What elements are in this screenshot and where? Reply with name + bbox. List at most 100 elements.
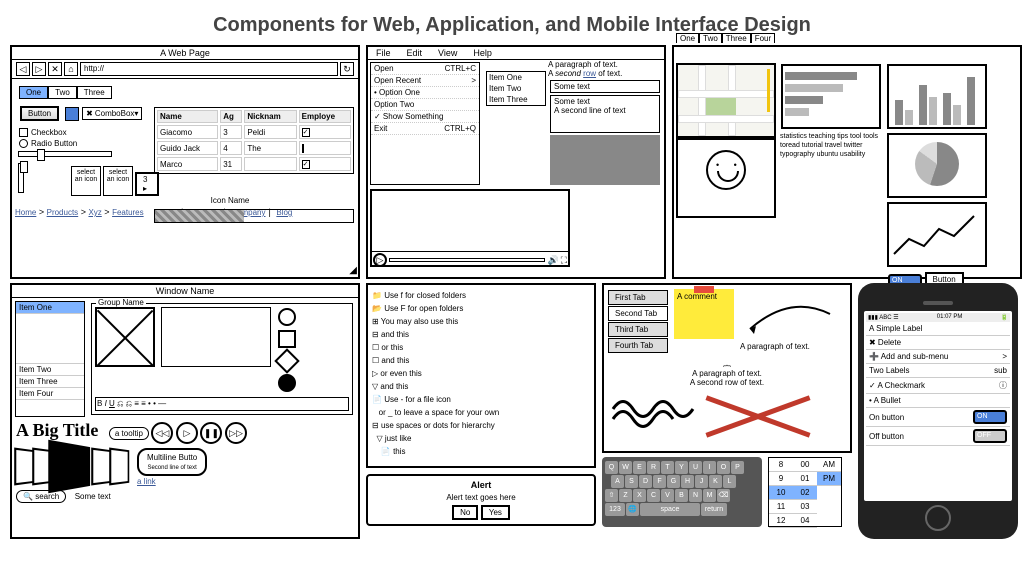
cross-out (708, 389, 808, 439)
menu-row[interactable]: Off buttonOFF (866, 427, 1010, 446)
canvas (161, 307, 271, 367)
video-player: ▷ 🔊 ⛶ (370, 189, 570, 267)
multiline-button[interactable]: Multiline ButtoSecond line of text (137, 448, 207, 476)
menu-row[interactable]: On buttonON (866, 408, 1010, 427)
checkbox-label: Checkbox (31, 128, 67, 137)
menu-file[interactable]: File (368, 47, 399, 59)
square-icon[interactable] (278, 330, 296, 348)
icon-picker[interactable]: select an icon (103, 166, 133, 196)
home-button[interactable] (925, 505, 951, 531)
back-icon[interactable]: ◁ (16, 62, 30, 76)
image-placeholder (95, 307, 155, 367)
tab-one[interactable]: One (19, 86, 48, 99)
fwd-icon[interactable]: ▷ (32, 62, 46, 76)
hslider[interactable] (18, 151, 112, 157)
yes-button[interactable]: Yes (481, 505, 510, 520)
breadcrumb[interactable]: Home (15, 208, 36, 217)
menu-view[interactable]: View (430, 47, 465, 59)
home-icon[interactable]: ⌂ (64, 62, 78, 76)
charts-panel: One Two Three Four statistics teaching t… (672, 45, 1022, 279)
ffwd-icon[interactable]: ▷▷ (225, 422, 247, 444)
rewind-icon[interactable]: ◁◁ (151, 422, 173, 444)
circle-icon[interactable] (278, 308, 296, 326)
listbox: Item One Item Two Item Three Item Four (15, 301, 85, 417)
volume-icon[interactable]: 🔊 (547, 255, 558, 266)
brace-label: ︷A paragraph of text.A second row of tex… (608, 358, 846, 387)
shapes-palette (277, 307, 297, 395)
play-icon[interactable]: ▷ (373, 253, 387, 267)
menu-edit[interactable]: Edit (399, 47, 431, 59)
tag-cloud: statistics teaching tips tool tools tore… (780, 132, 882, 159)
filled-circle-icon[interactable] (278, 374, 296, 392)
seek-bar[interactable] (389, 258, 545, 262)
checkbox[interactable] (19, 128, 28, 137)
progress-bar (154, 209, 354, 223)
big-title: A Big Title (16, 420, 98, 440)
menu-row[interactable]: Two Labelssub (866, 364, 1010, 378)
vslider[interactable] (18, 163, 24, 193)
status-bar: ▮▮▮ ABC ☰ 01:07 PM 🔋 (866, 313, 1010, 322)
icon-picker[interactable]: select an icon (71, 166, 101, 196)
fullscreen-icon[interactable]: ⛶ (561, 255, 567, 266)
tooltip: a tooltip (109, 427, 149, 440)
combo-box[interactable]: ✖ComboBox▾ (82, 107, 142, 120)
button[interactable]: Button (20, 106, 59, 121)
color-swatch[interactable] (65, 107, 79, 121)
pie-chart (887, 133, 987, 198)
menu-bar: File Edit View Help (368, 47, 664, 60)
text-input[interactable]: Some text (550, 80, 660, 93)
menu-row[interactable]: A Simple Label (866, 322, 1010, 336)
annotations-section: First Tab Second Tab Third Tab Fourth Ta… (602, 283, 852, 539)
listbox: Item One Item Two Item Three (486, 71, 546, 106)
alert-title: Alert (471, 480, 492, 490)
menu-row[interactable]: ✓ A Checkmarkⓘ (866, 378, 1010, 394)
url-field[interactable]: http:// (80, 62, 338, 76)
format-toolbar[interactable]: B I U ⎌ ⎌ ≡ ≡ • • — (95, 397, 349, 411)
menu-row[interactable]: • A Bullet (866, 394, 1010, 408)
tab-strip: One Two Three Four (676, 33, 775, 43)
radio[interactable] (19, 139, 28, 148)
stepper[interactable]: 3 ▸ (135, 172, 159, 196)
pause-icon[interactable]: ❚❚ (200, 422, 222, 444)
placeholder-block (550, 135, 660, 185)
list-item[interactable]: Item One (16, 302, 84, 314)
data-table: NameAgNicknamEmploye Giacomo3Peldi✓ Guid… (154, 107, 354, 174)
link[interactable]: a link (137, 477, 156, 486)
line-chart (887, 202, 987, 267)
stop-icon[interactable]: ✕ (48, 62, 62, 76)
vbar-chart (887, 64, 987, 129)
keyboard[interactable]: QWERTYUIOP ASDFGHJKL ⇧ZXCVBNM⌫ 123🌐space… (602, 457, 762, 527)
dropdown-menu: Open CTRL+C Open Recent> • Option One Op… (370, 62, 480, 185)
menu-row[interactable]: ➕ Add and sub-menu> (866, 350, 1010, 364)
icon-name: Icon Name (105, 196, 355, 205)
arrow-annotation (740, 289, 840, 339)
table-row: Giacomo3Peldi✓ (157, 125, 351, 139)
menu-help[interactable]: Help (465, 47, 500, 59)
tree-view: 📁 Use f for closed folders 📂 Use F for o… (372, 289, 590, 458)
diamond-icon[interactable] (274, 348, 299, 373)
reload-icon[interactable]: ↻ (340, 62, 354, 76)
tab-two[interactable]: Two (48, 86, 77, 99)
phone-mockup: ▮▮▮ ABC ☰ 01:07 PM 🔋 A Simple Label✖ Del… (858, 283, 1018, 539)
label: Some text (75, 492, 111, 501)
textarea[interactable]: Some text A second line of text (550, 95, 660, 133)
coverflow[interactable] (16, 446, 129, 487)
map[interactable] (676, 63, 776, 138)
play-icon[interactable]: ▷ (176, 422, 198, 444)
paragraph: A paragraph of text. (548, 60, 662, 69)
callout: A paragraph of text. (740, 342, 810, 351)
avatar (676, 138, 776, 218)
time-picker[interactable]: 89101112 0001020304 AMPM (768, 457, 842, 527)
resize-handle[interactable]: ◢ (349, 265, 357, 276)
list-item[interactable]: Item One (487, 72, 545, 83)
browser-mockup: A Web Page ◁ ▷ ✕ ⌂ http:// ↻ One Two Thr… (10, 45, 360, 279)
alert-dialog: Alert Alert text goes here No Yes (366, 474, 596, 526)
hbar-chart (781, 64, 881, 129)
window-title: Window Name (12, 285, 358, 298)
no-button[interactable]: No (452, 505, 478, 520)
menu-item[interactable]: Open CTRL+C (371, 63, 479, 75)
menu-row[interactable]: ✖ Delete (866, 336, 1010, 350)
search-input[interactable]: 🔍 search (16, 490, 66, 503)
tab-three[interactable]: Three (77, 86, 112, 99)
sticky-note[interactable]: A comment (674, 289, 734, 339)
